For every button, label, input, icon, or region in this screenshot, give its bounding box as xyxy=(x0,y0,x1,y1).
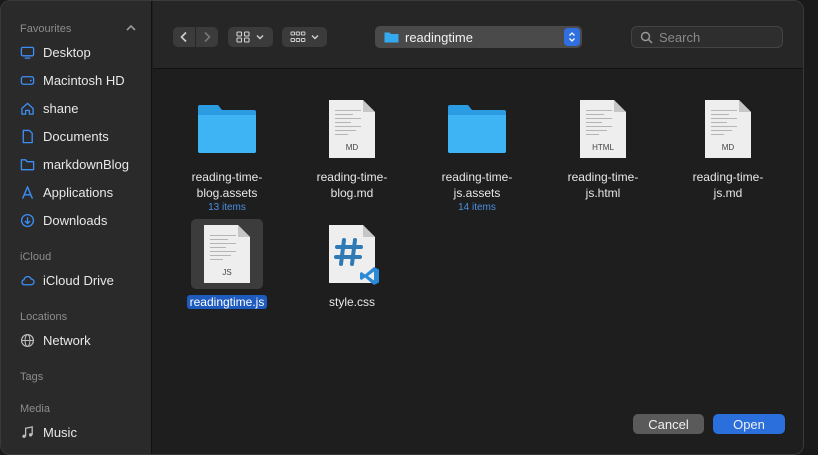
file-item-doc[interactable]: MD reading-time-js.md xyxy=(673,94,783,201)
sidebar-item-markdownblog[interactable]: markdownBlog xyxy=(19,152,149,176)
group-icon xyxy=(290,31,305,42)
sidebar-item-label: Documents xyxy=(43,128,109,144)
sidebar-item-label: Applications xyxy=(43,184,114,200)
document-icon: MD xyxy=(316,94,388,164)
sidebar-item-icloud-drive[interactable]: iCloud Drive xyxy=(19,268,149,292)
vscode-icon xyxy=(360,267,379,285)
updown-chevron-icon xyxy=(564,28,580,46)
view-mode-button[interactable] xyxy=(228,27,273,47)
desktop-icon xyxy=(19,44,35,60)
file-item-doc-selected[interactable]: JS readingtime.js xyxy=(172,219,282,310)
folder-icon xyxy=(441,94,513,164)
file-name: reading-time-js.assets xyxy=(441,170,513,200)
home-icon xyxy=(19,100,35,116)
cloud-icon xyxy=(19,272,35,288)
sidebar-item-label: iCloud Drive xyxy=(43,272,114,288)
file-item-folder[interactable]: reading-time-js.assets 14 items xyxy=(422,94,532,215)
folder-icon xyxy=(191,94,263,164)
search-icon xyxy=(640,31,653,43)
sidebar-item-label: Macintosh HD xyxy=(43,72,125,88)
sidebar-section-locations: Locations xyxy=(20,311,68,323)
sidebar-item-documents[interactable]: Documents xyxy=(19,124,149,148)
sidebar-item-macintosh-hd[interactable]: Macintosh HD xyxy=(19,68,149,92)
file-name: reading-time-blog.md xyxy=(316,170,388,200)
forward-button[interactable] xyxy=(196,27,218,47)
sidebar-item-network[interactable]: Network xyxy=(19,328,149,352)
hash-icon xyxy=(334,238,363,266)
chevron-up-icon[interactable] xyxy=(125,23,137,33)
sidebar-item-label: Downloads xyxy=(43,212,108,228)
chevron-right-icon xyxy=(204,31,211,43)
sidebar-item-downloads[interactable]: Downloads xyxy=(19,208,149,232)
open-button[interactable]: Open xyxy=(713,414,785,434)
open-file-dialog: Favourites Desktop Macintosh HD shane Do… xyxy=(0,0,804,455)
search-input[interactable] xyxy=(659,29,769,45)
sidebar: Favourites Desktop Macintosh HD shane Do… xyxy=(1,1,152,454)
folder-icon xyxy=(19,156,35,172)
item-count: 14 items xyxy=(458,202,496,213)
sidebar-section-icloud: iCloud xyxy=(20,251,52,263)
document-icon: MD xyxy=(692,94,764,164)
file-item-css[interactable]: style.css xyxy=(297,219,407,310)
sidebar-item-desktop[interactable]: Desktop xyxy=(19,40,149,64)
cancel-button[interactable]: Cancel xyxy=(633,414,704,434)
sidebar-item-label: Network xyxy=(43,332,91,348)
document-icon: JS xyxy=(191,219,263,289)
sidebar-item-shane[interactable]: shane xyxy=(19,96,149,120)
file-name: reading-time-blog.assets xyxy=(191,170,263,200)
chevron-down-icon xyxy=(311,35,318,40)
document-icon: HTML xyxy=(567,94,639,164)
music-note-icon xyxy=(19,424,35,440)
file-name: readingtime.js xyxy=(177,294,277,310)
sidebar-item-label: Music xyxy=(43,424,77,440)
location-popup[interactable]: readingtime xyxy=(375,26,582,48)
chevron-down-icon xyxy=(256,35,264,40)
folder-icon xyxy=(384,32,399,43)
file-item-doc[interactable]: HTML reading-time-js.html xyxy=(548,94,658,201)
hard-drive-icon xyxy=(19,72,35,88)
icon-view-icon xyxy=(236,31,250,43)
css-file-icon xyxy=(316,219,388,289)
file-name: reading-time-js.md xyxy=(692,170,764,200)
chevron-left-icon xyxy=(180,31,187,43)
dialog-buttons: Cancel Open xyxy=(633,414,785,434)
sidebar-item-label: Desktop xyxy=(43,44,91,60)
sidebar-section-tags[interactable]: Tags xyxy=(20,371,43,383)
back-button[interactable] xyxy=(173,27,195,47)
file-item-folder[interactable]: reading-time-blog.assets 13 items xyxy=(172,94,282,215)
globe-icon xyxy=(19,332,35,348)
sidebar-section-media: Media xyxy=(20,403,50,415)
sidebar-item-label: markdownBlog xyxy=(43,156,129,172)
download-icon xyxy=(19,212,35,228)
file-name: style.css xyxy=(328,295,375,309)
document-icon xyxy=(19,128,35,144)
sidebar-item-music[interactable]: Music xyxy=(19,420,149,444)
file-item-doc[interactable]: MD reading-time-blog.md xyxy=(297,94,407,201)
file-grid: reading-time-blog.assets 13 items MD rea… xyxy=(153,70,803,390)
sidebar-item-label: shane xyxy=(43,100,79,116)
sidebar-section-favourites: Favourites xyxy=(20,23,72,35)
location-popup-label: readingtime xyxy=(405,29,473,45)
sidebar-item-applications[interactable]: Applications xyxy=(19,180,149,204)
item-count: 13 items xyxy=(208,202,246,213)
group-by-button[interactable] xyxy=(282,27,327,47)
toolbar: readingtime xyxy=(153,1,803,69)
search-field[interactable] xyxy=(631,26,783,48)
main-pane: readingtime reading-time-blog.assets 13 … xyxy=(153,1,803,454)
applications-icon xyxy=(19,184,35,200)
file-name: reading-time-js.html xyxy=(567,170,639,200)
